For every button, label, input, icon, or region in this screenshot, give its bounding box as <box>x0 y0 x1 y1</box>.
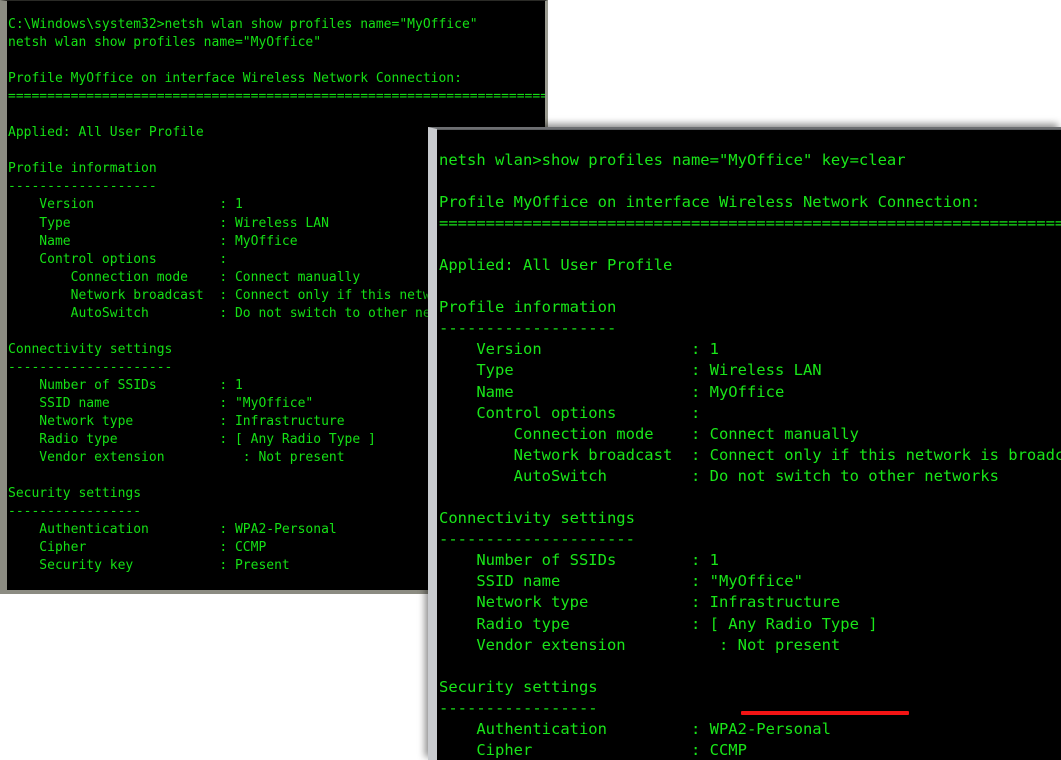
title-bar-strip[interactable] <box>437 129 1061 130</box>
key-content-underline-annotation <box>741 711 909 715</box>
netsh-wlan-window-front[interactable]: netsh wlan>show profiles name="MyOffice"… <box>428 127 1061 760</box>
terminal-output-front: netsh wlan>show profiles name="MyOffice"… <box>439 150 1061 760</box>
screenshot-root: C:\Windows\system32>netsh wlan show prof… <box>0 0 1061 760</box>
